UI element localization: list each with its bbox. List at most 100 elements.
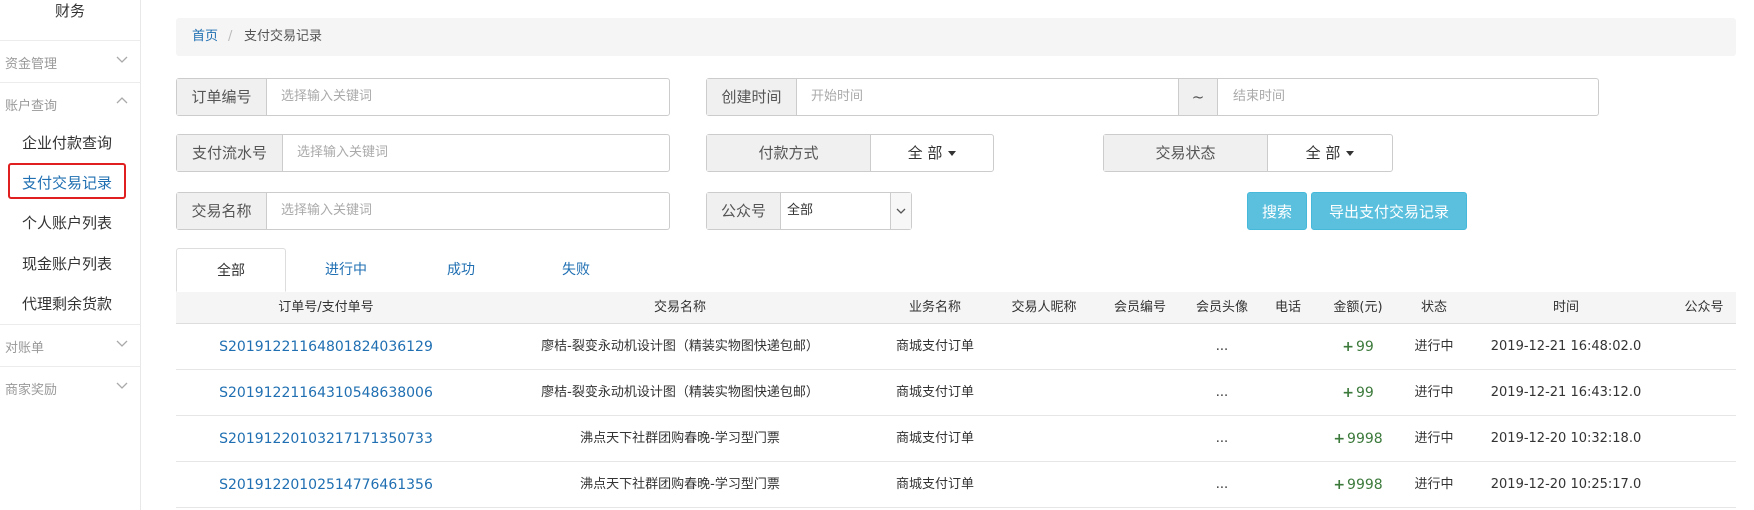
order-number-link[interactable]: S20191220103217171350733 (219, 416, 433, 462)
trade-status-value: 全 部 (1305, 144, 1341, 162)
column-header: 电话 (1274, 300, 1302, 315)
sidebar-group-label: 商家奖励 (5, 383, 58, 398)
order-number-field: 订单编号 选择输入关键词 (176, 78, 670, 116)
official-account-field: 公众号 全部 (706, 192, 912, 230)
amount-cell: +9998 (1333, 462, 1382, 508)
status-tabs: 全部 进行中 成功 失败 (176, 248, 1736, 293)
status-cell: 进行中 (1414, 339, 1454, 354)
trade-status-label: 交易状态 (1104, 135, 1268, 171)
plus-icon: + (1342, 385, 1354, 401)
create-time-field: 创建时间 开始时间 ~ 结束时间 (706, 78, 1599, 116)
trade-status-dropdown[interactable]: 全 部 (1268, 135, 1392, 171)
column-header: 公众号 (1684, 300, 1724, 315)
tab-success[interactable]: 成功 (406, 248, 516, 292)
time-cell: 2019-12-20 10:32:18.0 (1490, 431, 1642, 446)
end-time-input[interactable]: 结束时间 (1233, 79, 1285, 115)
amount-value: 99 (1355, 385, 1374, 401)
order-number-link[interactable]: S20191221164801824036129 (219, 324, 433, 370)
search-button[interactable]: 搜索 (1247, 192, 1307, 230)
breadcrumb: 首页 / 支付交易记录 (176, 18, 1736, 56)
create-time-label: 创建时间 (707, 79, 797, 115)
avatar-cell: ... (1215, 385, 1229, 400)
start-time-input[interactable]: 开始时间 (811, 79, 863, 115)
avatar-cell: ... (1215, 339, 1229, 354)
tab-all[interactable]: 全部 (176, 248, 286, 292)
column-header: 业务名称 (908, 300, 962, 315)
trade-name-cell: 廖桔-裂变永动机设计图（精装实物图快递包邮） (541, 385, 819, 400)
trade-name-cell: 沸点天下社群团购春晚-学习型门票 (580, 477, 780, 492)
payment-serial-field: 支付流水号 选择输入关键词 (176, 134, 670, 172)
sidebar-title: 财务 (54, 2, 85, 20)
chevron-down-icon (116, 56, 128, 63)
select-arrow-button[interactable] (890, 193, 911, 229)
amount-cell: +99 (1342, 324, 1374, 370)
tab-failed[interactable]: 失败 (521, 248, 631, 292)
payment-serial-input[interactable]: 选择输入关键词 (297, 135, 388, 171)
sidebar-group-label: 账户查询 (5, 99, 58, 114)
payment-serial-label: 支付流水号 (177, 135, 283, 171)
payment-method-field: 付款方式 全 部 (706, 134, 994, 172)
tab-in-progress[interactable]: 进行中 (291, 248, 401, 292)
official-account-label: 公众号 (707, 193, 781, 229)
sidebar-item-label: 个人账户列表 (22, 214, 113, 232)
plus-icon: + (1342, 339, 1354, 355)
payment-method-dropdown[interactable]: 全 部 (871, 135, 993, 171)
export-button[interactable]: 导出支付交易记录 (1311, 192, 1467, 230)
payment-method-label: 付款方式 (707, 135, 871, 171)
order-number-label: 订单编号 (177, 79, 267, 115)
status-cell: 进行中 (1414, 477, 1454, 492)
trade-name-cell: 廖桔-裂变永动机设计图（精装实物图快递包邮） (541, 339, 819, 354)
chevron-down-icon (116, 340, 128, 347)
column-header: 交易人昵称 (1011, 300, 1077, 315)
trade-name-input[interactable]: 选择输入关键词 (281, 193, 372, 229)
time-cell: 2019-12-21 16:43:12.0 (1490, 385, 1642, 400)
chevron-up-icon (116, 97, 128, 104)
sidebar-item-label: 现金账户列表 (22, 255, 113, 273)
column-header: 订单号/支付单号 (278, 300, 374, 315)
sidebar-group-statements[interactable]: 对账单 (0, 324, 140, 366)
amount-value: 9998 (1347, 431, 1383, 447)
avatar-cell: ... (1215, 477, 1229, 492)
business-name-cell: 商城支付订单 (895, 431, 975, 446)
sidebar-item-agent-balance[interactable]: 代理剩余货款 (0, 283, 140, 323)
chevron-down-icon (896, 208, 906, 214)
table-row: S20191220102514776461356 沸点天下社群团购春晚-学习型门… (176, 462, 1736, 508)
order-number-link[interactable]: S20191220102514776461356 (219, 462, 433, 508)
time-cell: 2019-12-20 10:25:17.0 (1490, 477, 1642, 492)
official-account-select[interactable]: 全部 (787, 193, 813, 229)
payment-method-value: 全 部 (907, 144, 943, 162)
sidebar-item-personal-accounts[interactable]: 个人账户列表 (0, 202, 140, 242)
avatar-cell: ... (1215, 431, 1229, 446)
sidebar-group-account[interactable]: 账户查询 (0, 82, 140, 124)
sidebar-item-label: 企业付款查询 (22, 134, 113, 152)
amount-value: 9998 (1347, 477, 1383, 493)
breadcrumb-home-link[interactable]: 首页 (192, 18, 218, 56)
sidebar-group-rewards[interactable]: 商家奖励 (0, 366, 140, 408)
amount-cell: +9998 (1333, 416, 1382, 462)
sidebar-item-cash-accounts[interactable]: 现金账户列表 (0, 243, 140, 283)
table-row: S20191220103217171350733 沸点天下社群团购春晚-学习型门… (176, 416, 1736, 462)
trade-name-label: 交易名称 (177, 193, 267, 229)
column-header: 状态 (1420, 300, 1448, 315)
sidebar-group-label: 资金管理 (5, 57, 58, 72)
trade-name-field: 交易名称 选择输入关键词 (176, 192, 670, 230)
sidebar-item-enterprise-payment[interactable]: 企业付款查询 (0, 122, 140, 162)
business-name-cell: 商城支付订单 (895, 385, 975, 400)
column-header: 交易名称 (653, 300, 707, 315)
column-header: 会员头像 (1195, 300, 1249, 315)
business-name-cell: 商城支付订单 (895, 339, 975, 354)
order-number-input[interactable]: 选择输入关键词 (281, 79, 372, 115)
time-cell: 2019-12-21 16:48:02.0 (1490, 339, 1642, 354)
sidebar-group-funds[interactable]: 资金管理 (0, 40, 140, 82)
column-header: 时间 (1552, 300, 1580, 315)
breadcrumb-separator: / (228, 29, 233, 44)
sidebar-group-label: 对账单 (5, 341, 45, 356)
highlight-box (8, 163, 126, 199)
time-range-separator: ~ (1178, 79, 1218, 115)
order-number-link[interactable]: S20191221164310548638006 (219, 370, 433, 416)
plus-icon: + (1333, 477, 1346, 493)
table-row: S20191221164310548638006 廖桔-裂变永动机设计图（精装实… (176, 370, 1736, 416)
breadcrumb-current: 支付交易记录 (244, 29, 323, 44)
caret-down-icon (1346, 151, 1355, 156)
amount-cell: +99 (1342, 370, 1374, 416)
